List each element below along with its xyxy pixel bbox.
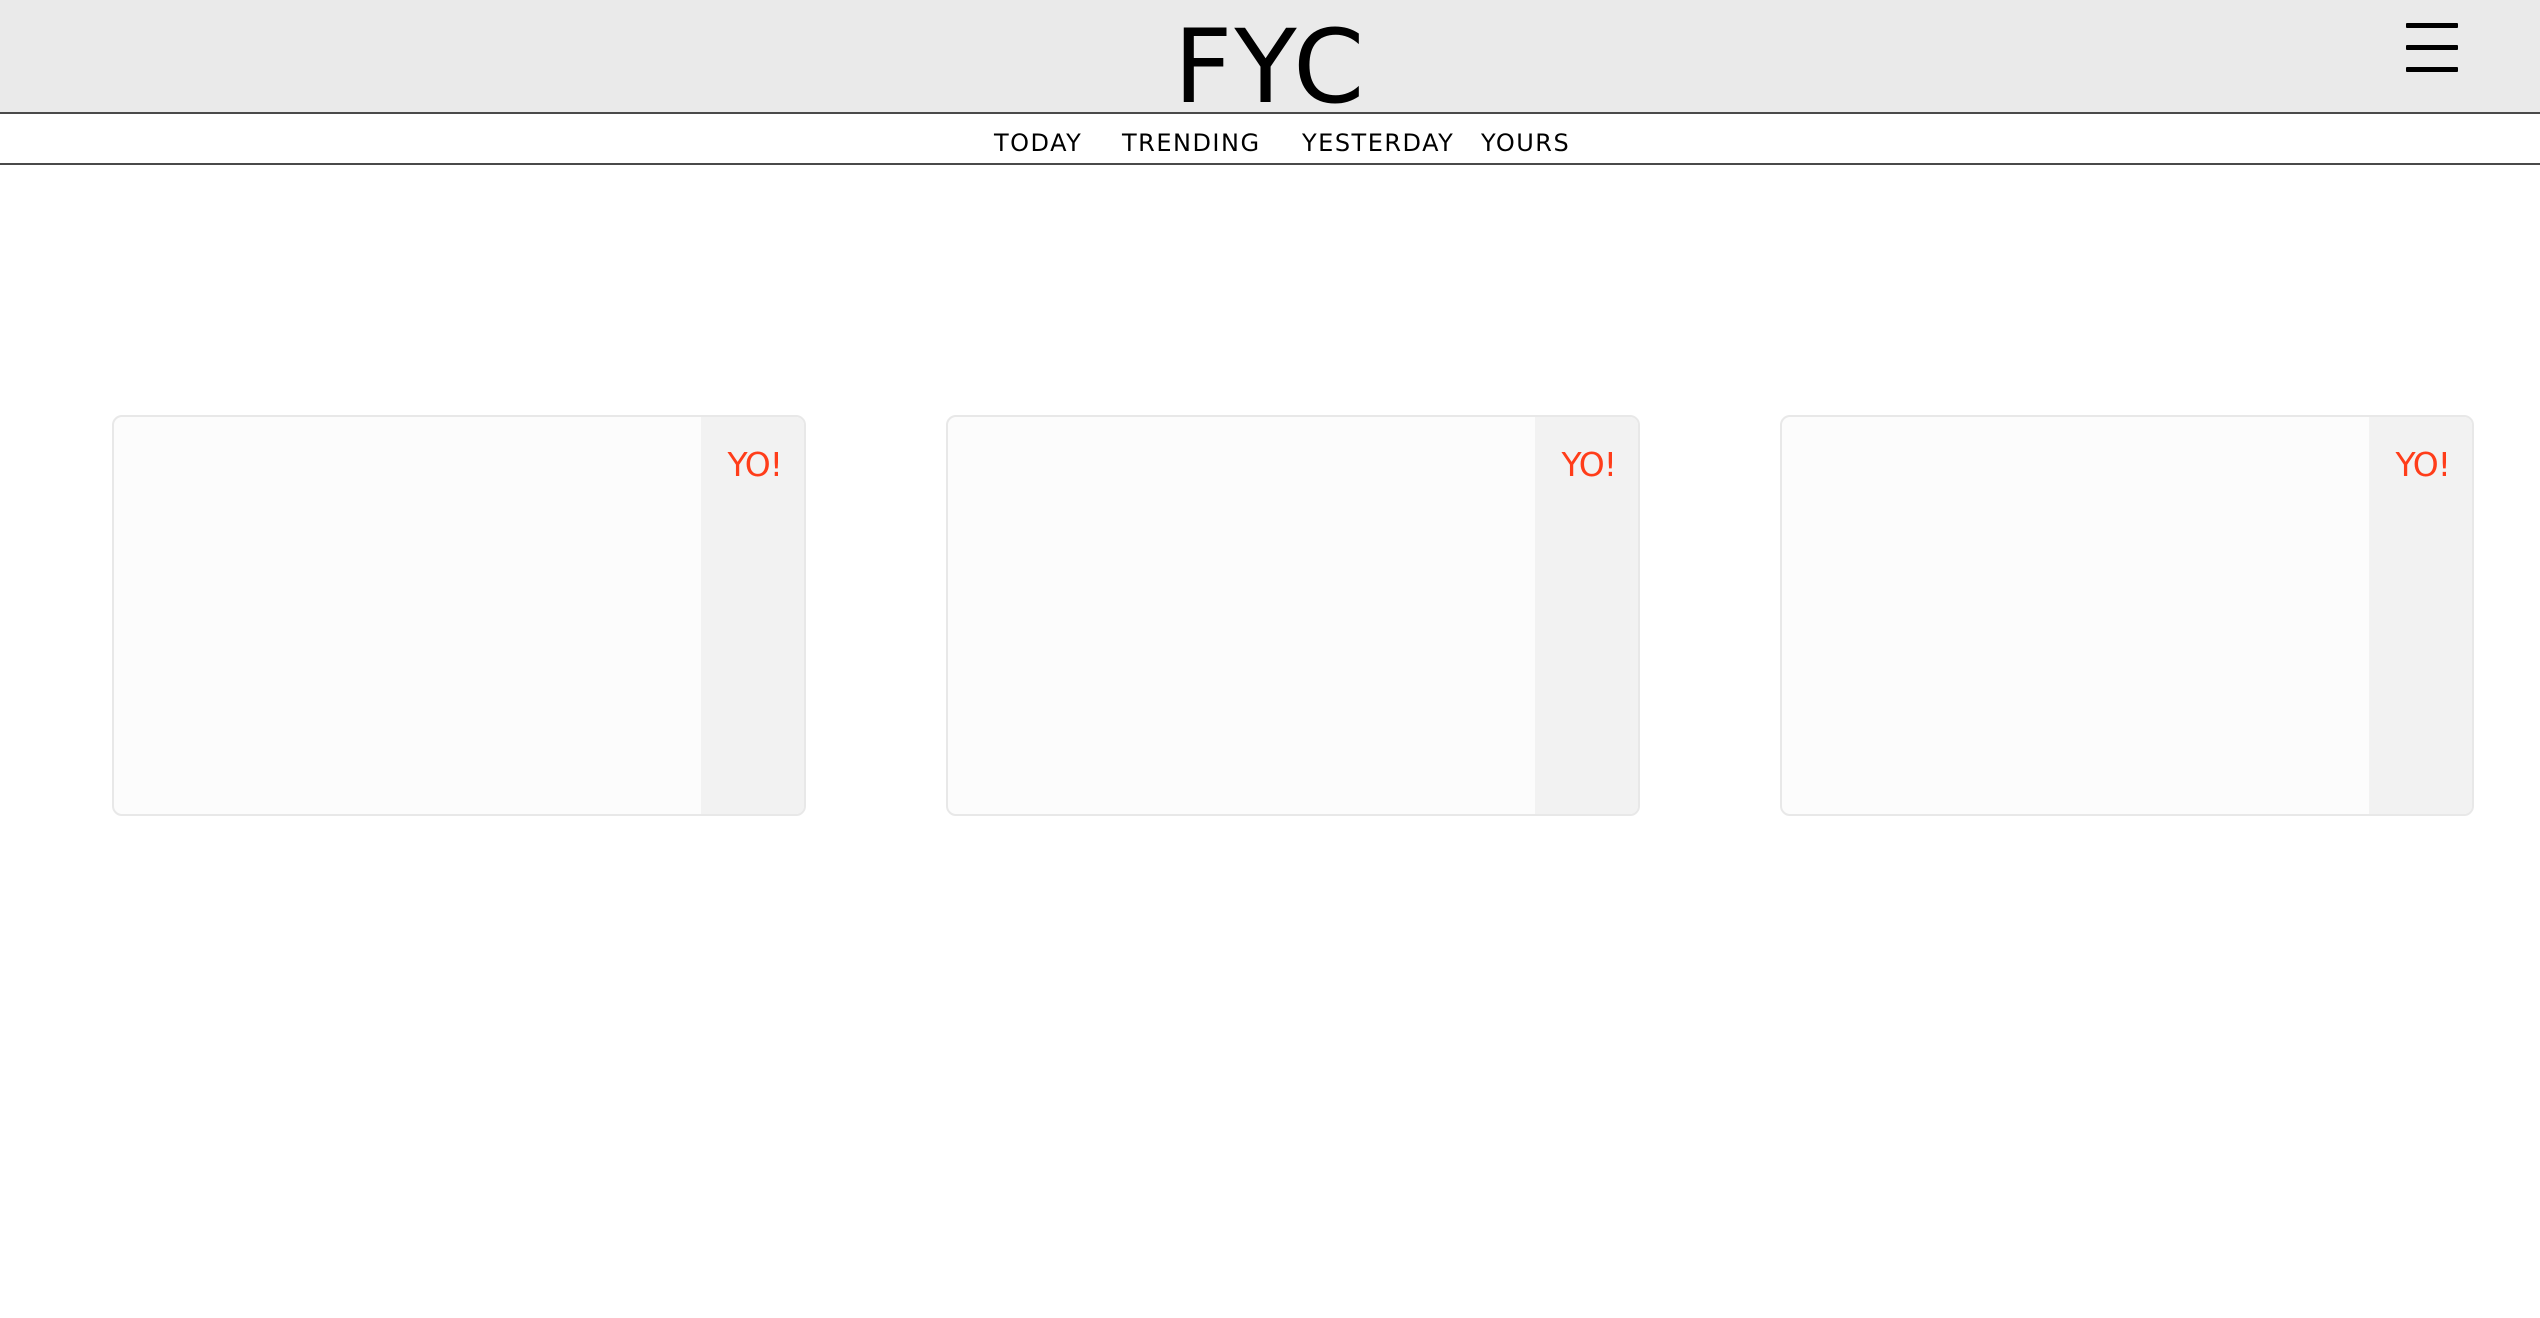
yo-button[interactable]: YO!: [1561, 445, 1617, 484]
nav-item-today[interactable]: TODAY: [994, 114, 1082, 163]
menu-bar-top: [2406, 23, 2458, 28]
nav-item-yesterday[interactable]: YESTERDAY: [1302, 114, 1454, 163]
card-side-panel: YO!: [2369, 417, 2472, 814]
card-body[interactable]: [114, 417, 703, 814]
site-header: FYC: [0, 0, 2540, 114]
card[interactable]: YO!: [1780, 415, 2474, 816]
hamburger-menu-icon[interactable]: [2390, 14, 2470, 84]
yo-button[interactable]: YO!: [2395, 445, 2451, 484]
nav-item-yours[interactable]: YOURS: [1481, 114, 1570, 163]
nav-item-trending[interactable]: TRENDING: [1122, 114, 1261, 163]
yo-button[interactable]: YO!: [727, 445, 783, 484]
card-side-panel: YO!: [701, 417, 804, 814]
menu-bar-middle: [2406, 45, 2458, 50]
card[interactable]: YO!: [112, 415, 806, 816]
card-body[interactable]: [1782, 417, 2371, 814]
menu-bar-bottom: [2406, 67, 2458, 72]
card-side-panel: YO!: [1535, 417, 1638, 814]
site-logo[interactable]: FYC: [0, 6, 2540, 112]
card[interactable]: YO!: [946, 415, 1640, 816]
card-body[interactable]: [948, 417, 1537, 814]
main-nav: TODAY TRENDING YESTERDAY YOURS: [0, 114, 2540, 165]
